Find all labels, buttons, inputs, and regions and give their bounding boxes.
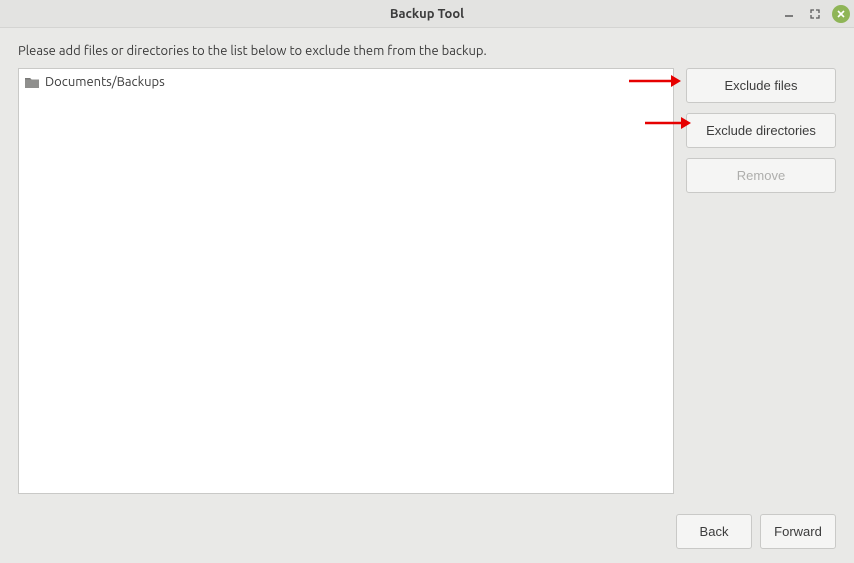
folder-icon bbox=[25, 77, 39, 88]
list-item[interactable]: Documents/Backups bbox=[25, 73, 667, 91]
window-titlebar: Backup Tool bbox=[0, 0, 854, 28]
window-title: Backup Tool bbox=[0, 7, 854, 21]
close-icon bbox=[836, 9, 846, 19]
main-row: Documents/Backups Exclude files Exclude … bbox=[18, 68, 836, 494]
remove-button[interactable]: Remove bbox=[686, 158, 836, 193]
minimize-icon bbox=[784, 9, 794, 19]
window-controls bbox=[780, 5, 850, 23]
list-item-label: Documents/Backups bbox=[45, 75, 165, 89]
exclusion-list[interactable]: Documents/Backups bbox=[18, 68, 674, 494]
forward-button[interactable]: Forward bbox=[760, 514, 836, 549]
content-area: Please add files or directories to the l… bbox=[0, 28, 854, 504]
maximize-button[interactable] bbox=[806, 5, 824, 23]
wizard-footer: Back Forward bbox=[0, 504, 854, 563]
side-buttons: Exclude files Exclude directories Remove bbox=[686, 68, 836, 494]
instruction-text: Please add files or directories to the l… bbox=[18, 44, 836, 58]
maximize-icon bbox=[810, 9, 820, 19]
exclude-directories-button[interactable]: Exclude directories bbox=[686, 113, 836, 148]
back-button[interactable]: Back bbox=[676, 514, 752, 549]
minimize-button[interactable] bbox=[780, 5, 798, 23]
close-button[interactable] bbox=[832, 5, 850, 23]
exclude-files-button[interactable]: Exclude files bbox=[686, 68, 836, 103]
